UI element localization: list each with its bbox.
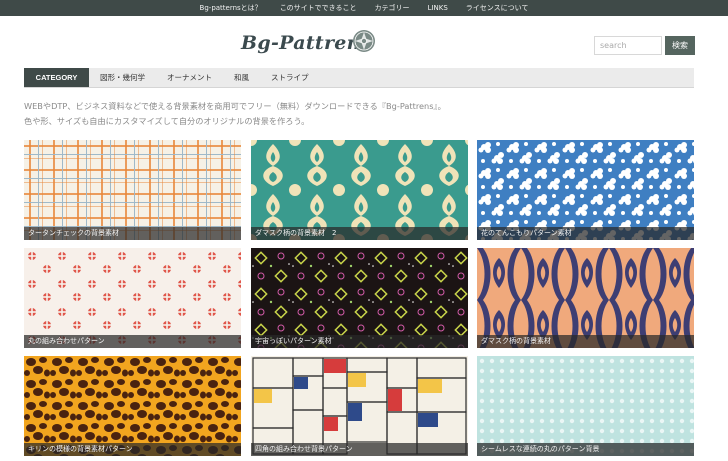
pattern-card-dots[interactable]: シームレスな連続の丸のパターン背景 [477,356,694,456]
search-button[interactable]: 検索 [665,36,695,55]
category-label[interactable]: CATEGORY [24,68,89,87]
pattern-card-giraffe[interactable]: キリンの模様の背景素材パターン [24,356,241,456]
tile-caption: ダマスク柄の背景素材 [477,335,694,348]
tile-caption: タータンチェックの背景素材 [24,227,241,240]
category-navigation: CATEGORY 図形・幾何学 オーナメント 和風 ストライプ [24,68,694,88]
top-navigation: Bg-patternsとは？ このサイトでできること カテゴリー LINKS ラ… [0,0,728,16]
nav-link-features[interactable]: このサイトでできること [280,3,357,13]
intro-line-1: WEBやDTP、ビジネス資料などで使える背景素材を商用可でフリー（無料）ダウンロ… [24,101,446,111]
pattern-card-flowers[interactable]: 花のてんこもりパターン素材 [477,140,694,240]
category-item-japanese[interactable]: 和風 [223,68,260,87]
pattern-card-tartan[interactable]: タータンチェックの背景素材 [24,140,241,240]
damask-navy-pattern-image [477,248,694,348]
dots-pattern-image [477,356,694,456]
site-header: Bg-Pattrens 検索 [0,16,728,68]
pattern-card-squares[interactable]: 四角の組み合わせ背景パターン [251,356,468,456]
nav-link-license[interactable]: ライセンスについて [466,3,529,13]
tile-caption: 丸の組み合わせパターン [24,335,241,348]
nav-link-links[interactable]: LINKS [428,4,448,12]
nav-link-about[interactable]: Bg-patternsとは？ [200,3,262,13]
tile-caption: シームレスな連続の丸のパターン背景 [477,443,694,456]
damask-teal-pattern-image [251,140,468,240]
pattern-card-damask-navy[interactable]: ダマスク柄の背景素材 [477,248,694,348]
tile-caption: 花のてんこもりパターン素材 [477,227,694,240]
tile-caption: 四角の組み合わせ背景パターン [251,443,468,456]
space-pattern-image [251,248,468,348]
pattern-card-damask-teal[interactable]: ダマスク柄の背景素材 2 [251,140,468,240]
tile-caption: キリンの模様の背景素材パターン [24,443,241,456]
pattern-card-space[interactable]: 宇宙っぽいパターン素材 [251,248,468,348]
giraffe-pattern-image [24,356,241,456]
tartan-pattern-image [24,140,241,240]
category-item-stripe[interactable]: ストライプ [260,68,320,87]
intro-text: WEBやDTP、ビジネス資料などで使える背景素材を商用可でフリー（無料）ダウンロ… [24,99,704,129]
nav-link-category[interactable]: カテゴリー [375,3,410,13]
tile-caption: ダマスク柄の背景素材 2 [251,227,468,240]
category-item-ornament[interactable]: オーナメント [156,68,223,87]
logo-pattern-icon [353,30,375,52]
flowers-pattern-image [477,140,694,240]
squares-pattern-image [251,356,468,456]
circles-pattern-image [24,248,241,348]
category-item-geometric[interactable]: 図形・幾何学 [89,68,156,87]
tile-caption: 宇宙っぽいパターン素材 [251,335,468,348]
pattern-card-circles[interactable]: 丸の組み合わせパターン [24,248,241,348]
search-input[interactable] [594,36,662,55]
intro-line-2: 色や形、サイズも自由にカスタマイズして自分のオリジナルの背景を作ろう。 [24,116,310,126]
